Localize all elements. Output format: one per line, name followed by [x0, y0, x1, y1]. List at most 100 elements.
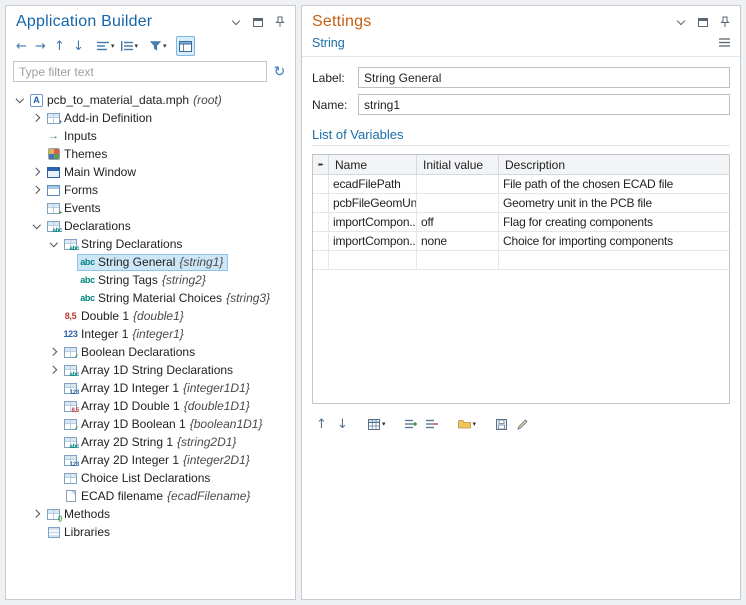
forward-button[interactable]: →	[31, 36, 50, 56]
back-button[interactable]: ←	[12, 36, 31, 56]
chevron-right-icon[interactable]	[30, 511, 43, 517]
tree-item-forms[interactable]: Forms	[6, 181, 295, 199]
dropdown-caret-icon: ▾	[163, 42, 167, 50]
tree-item-libraries[interactable]: Libraries	[6, 523, 295, 541]
show-settings-toggle-button[interactable]	[176, 36, 195, 56]
tree-item-string-material-choices[interactable]: abc String Material Choices {string3}	[6, 289, 295, 307]
collapse-all-button[interactable]: ▾	[94, 36, 118, 56]
tree-item-integer-1[interactable]: 123 Integer 1 {integer1}	[6, 325, 295, 343]
list-of-variables-section-title[interactable]: List of Variables	[312, 127, 730, 146]
delete-variable-button[interactable]	[423, 414, 442, 434]
settings-subtitle: String	[312, 36, 717, 50]
tree-item-events[interactable]: ▸ Events	[6, 199, 295, 217]
cell-name[interactable]: ecadFilePath	[329, 175, 417, 193]
settings-title: Settings	[312, 13, 666, 31]
float-window-icon[interactable]	[250, 15, 265, 30]
chevron-right-icon[interactable]	[30, 115, 43, 121]
string-icon: abc	[79, 276, 96, 285]
pin-icon[interactable]	[717, 15, 732, 30]
tree-item-array-1d-integer-1[interactable]: 123 Array 1D Integer 1 {integer1D1}	[6, 379, 295, 397]
tree-item-main-window[interactable]: Main Window	[6, 163, 295, 181]
table-options-button[interactable]: ▾	[365, 414, 389, 434]
cell-description[interactable]: Flag for creating components	[499, 213, 729, 231]
tree-item-array-1d-string-declarations[interactable]: abc Array 1D String Declarations	[6, 361, 295, 379]
choice-list-icon	[62, 473, 79, 484]
row-up-button[interactable]: ↑	[312, 414, 331, 434]
move-up-button[interactable]: ↑	[50, 36, 69, 56]
chevron-right-icon[interactable]	[30, 187, 43, 193]
column-header-description[interactable]: Description	[499, 155, 729, 174]
double-icon: 8,5	[62, 312, 79, 321]
refresh-icon[interactable]: ↻	[270, 62, 289, 82]
tree-item-array-2d-integer-1[interactable]: 123 Array 2D Integer 1 {integer2D1}	[6, 451, 295, 469]
tree-item-ecad-filename[interactable]: ECAD filename {ecadFilename}	[6, 487, 295, 505]
cell-initial-value[interactable]	[417, 194, 499, 212]
expand-all-button[interactable]: ▾	[118, 36, 142, 56]
chevron-down-icon[interactable]	[30, 224, 43, 228]
chevron-down-icon[interactable]	[13, 98, 26, 102]
tree-item-string-declarations[interactable]: abc String Declarations	[6, 235, 295, 253]
tree-item-array-1d-boolean-1[interactable]: ✓ Array 1D Boolean 1 {boolean1D1}	[6, 415, 295, 433]
chevron-down-icon[interactable]	[673, 15, 688, 30]
tree-item-double-1[interactable]: 8,5 Double 1 {double1}	[6, 307, 295, 325]
chevron-right-icon[interactable]	[47, 349, 60, 355]
tree-item-boolean-declarations[interactable]: ✓ Boolean Declarations	[6, 343, 295, 361]
tree-item-string-tags[interactable]: abc String Tags {string2}	[6, 271, 295, 289]
column-header-name[interactable]: Name	[329, 155, 417, 174]
cell-name[interactable]: importCompon...	[329, 232, 417, 250]
tree-item-array-1d-double-1[interactable]: 8.5 Array 1D Double 1 {double1D1}	[6, 397, 295, 415]
move-down-button[interactable]: ↓	[69, 36, 88, 56]
array-double-icon: 8.5	[62, 401, 79, 412]
float-window-icon[interactable]	[695, 15, 710, 30]
tree-item-themes[interactable]: Themes	[6, 145, 295, 163]
column-header-initial-value[interactable]: Initial value	[417, 155, 499, 174]
tree-item-methods[interactable]: {} Methods	[6, 505, 295, 523]
list-collapse-icon	[97, 41, 109, 51]
inputs-icon: →	[45, 131, 62, 142]
tree-item-declarations[interactable]: abc Declarations	[6, 217, 295, 235]
cell-name[interactable]: importCompon...	[329, 213, 417, 231]
filter-button[interactable]: ▾	[147, 36, 170, 56]
pin-icon[interactable]	[272, 15, 287, 30]
variables-table[interactable]: ▸▸ Name Initial value Description ecadFi…	[312, 154, 730, 404]
cell-initial-value[interactable]	[417, 175, 499, 193]
save-to-file-button[interactable]	[492, 414, 511, 434]
tree-item-add-in-definition[interactable]: + Add-in Definition	[6, 109, 295, 127]
settings-header: Settings String	[302, 6, 740, 57]
settings-window-icon	[179, 41, 192, 52]
chevron-right-icon[interactable]	[47, 367, 60, 373]
cell-description[interactable]: Geometry unit in the PCB file	[499, 194, 729, 212]
row-down-button[interactable]: ↓	[333, 414, 352, 434]
label-input[interactable]	[358, 67, 730, 88]
pencil-icon	[517, 419, 528, 430]
name-input[interactable]	[358, 94, 730, 115]
tree-item-root[interactable]: A pcb_to_material_data.mph (root)	[6, 91, 295, 109]
edit-variable-button[interactable]	[513, 414, 532, 434]
tree-item-string-general[interactable]: abc String General {string1}	[6, 253, 295, 271]
chevron-down-icon[interactable]	[228, 15, 243, 30]
cell-description[interactable]: File path of the chosen ECAD file	[499, 175, 729, 193]
table-row[interactable]	[313, 251, 729, 270]
cell-name[interactable]: pcbFileGeomUnit	[329, 194, 417, 212]
chevron-right-icon[interactable]	[30, 169, 43, 175]
load-from-file-button[interactable]: ▾	[455, 414, 480, 434]
table-row[interactable]: importCompon... off Flag for creating co…	[313, 213, 729, 232]
chevron-down-icon[interactable]	[47, 242, 60, 246]
table-row[interactable]: importCompon... none Choice for importin…	[313, 232, 729, 251]
cell-initial-value[interactable]	[417, 251, 499, 269]
model-root-icon: A	[28, 94, 45, 107]
table-row[interactable]: ecadFilePath File path of the chosen ECA…	[313, 175, 729, 194]
filter-input[interactable]	[13, 61, 267, 82]
insert-variable-button[interactable]	[402, 414, 421, 434]
cell-initial-value[interactable]: none	[417, 232, 499, 250]
name-caption: Name:	[312, 98, 358, 112]
settings-menu-icon[interactable]	[717, 35, 732, 50]
cell-initial-value[interactable]: off	[417, 213, 499, 231]
tree-item-inputs[interactable]: → Inputs	[6, 127, 295, 145]
cell-description[interactable]	[499, 251, 729, 269]
table-row[interactable]: pcbFileGeomUnit Geometry unit in the PCB…	[313, 194, 729, 213]
cell-description[interactable]: Choice for importing components	[499, 232, 729, 250]
tree-item-array-2d-string-1[interactable]: abc Array 2D String 1 {string2D1}	[6, 433, 295, 451]
tree-item-choice-list-declarations[interactable]: Choice List Declarations	[6, 469, 295, 487]
cell-name[interactable]	[329, 251, 417, 269]
